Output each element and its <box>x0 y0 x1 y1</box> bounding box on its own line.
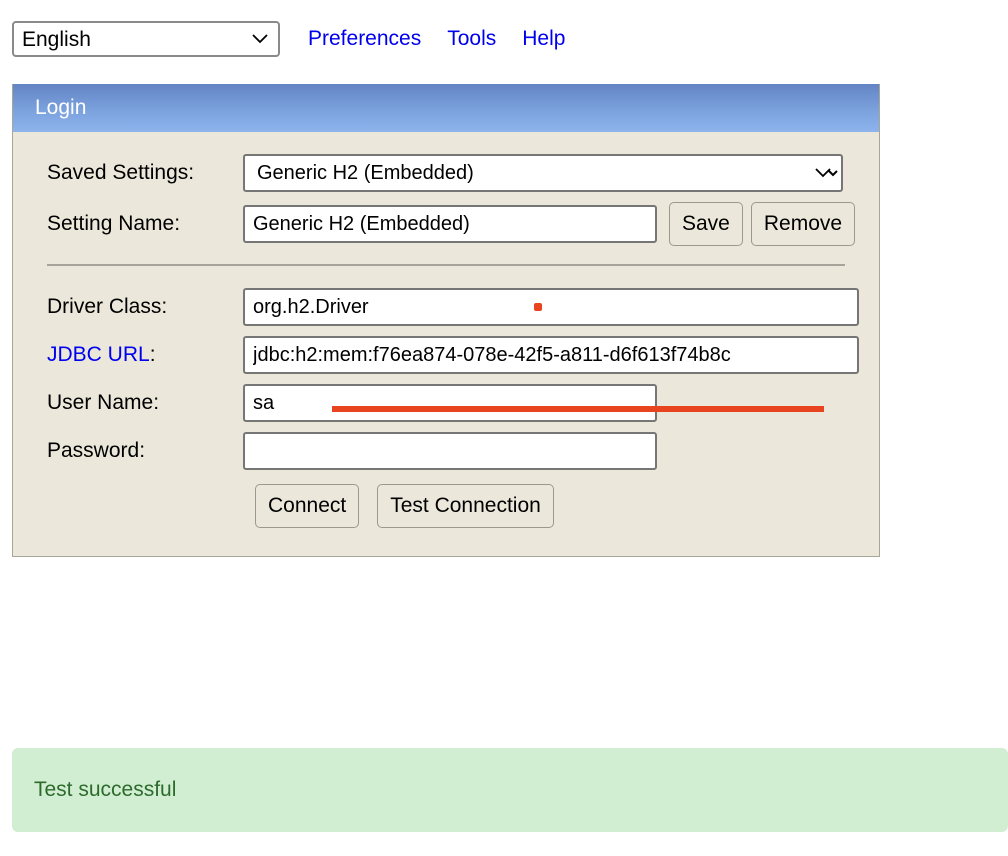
row-setting-name: Setting Name: Save Remove <box>31 202 861 246</box>
row-saved-settings: Saved Settings: Generic H2 (Embedded) <box>31 154 861 192</box>
login-panel: Login Saved Settings: Generic H2 (Embedd… <box>12 84 880 557</box>
user-name-input[interactable] <box>243 384 657 422</box>
saved-settings-select[interactable]: Generic H2 (Embedded) <box>243 154 843 192</box>
jdbc-url-link-text[interactable]: JDBC URL <box>47 343 150 366</box>
save-button[interactable]: Save <box>669 202 743 246</box>
label-user-name: User Name: <box>47 391 160 414</box>
panel-title: Login <box>35 96 87 119</box>
nav-link-help[interactable]: Help <box>522 27 565 51</box>
nav-link-preferences[interactable]: Preferences <box>308 27 421 51</box>
language-select-wrapper: English <box>12 21 280 57</box>
connect-button[interactable]: Connect <box>255 484 360 528</box>
label-saved-settings: Saved Settings: <box>47 161 195 184</box>
login-panel-header: Login <box>13 84 879 132</box>
test-connection-button[interactable]: Test Connection <box>377 484 554 528</box>
status-banner: Test successful <box>12 748 1008 832</box>
remove-button[interactable]: Remove <box>750 202 856 246</box>
jdbc-url-input[interactable] <box>243 336 859 374</box>
language-select[interactable]: English <box>12 21 280 57</box>
password-input[interactable] <box>243 432 657 470</box>
row-jdbc-url: JDBC URL: <box>31 336 861 374</box>
driver-class-input[interactable] <box>243 288 859 326</box>
row-password: Password: <box>31 432 861 470</box>
label-password: Password: <box>47 439 146 462</box>
jdbc-url-colon: : <box>149 343 156 366</box>
label-jdbc-url[interactable]: JDBC URL: <box>31 343 243 367</box>
label-driver-class: Driver Class: <box>47 295 168 318</box>
toolbar-links: Preferences Tools Help <box>308 27 565 51</box>
status-banner-message: Test successful <box>34 778 177 801</box>
top-toolbar: English Preferences Tools Help <box>0 0 1008 78</box>
label-setting-name: Setting Name: <box>47 212 181 235</box>
nav-link-tools[interactable]: Tools <box>447 27 496 51</box>
row-user-name: User Name: <box>31 384 861 422</box>
section-divider <box>47 264 845 266</box>
setting-name-input[interactable] <box>243 205 657 243</box>
login-panel-body: Saved Settings: Generic H2 (Embedded) Se… <box>13 132 879 556</box>
saved-settings-select-wrapper: Generic H2 (Embedded) <box>243 154 843 192</box>
row-driver-class: Driver Class: <box>31 288 861 326</box>
action-button-row: Connect Test Connection <box>31 484 861 528</box>
